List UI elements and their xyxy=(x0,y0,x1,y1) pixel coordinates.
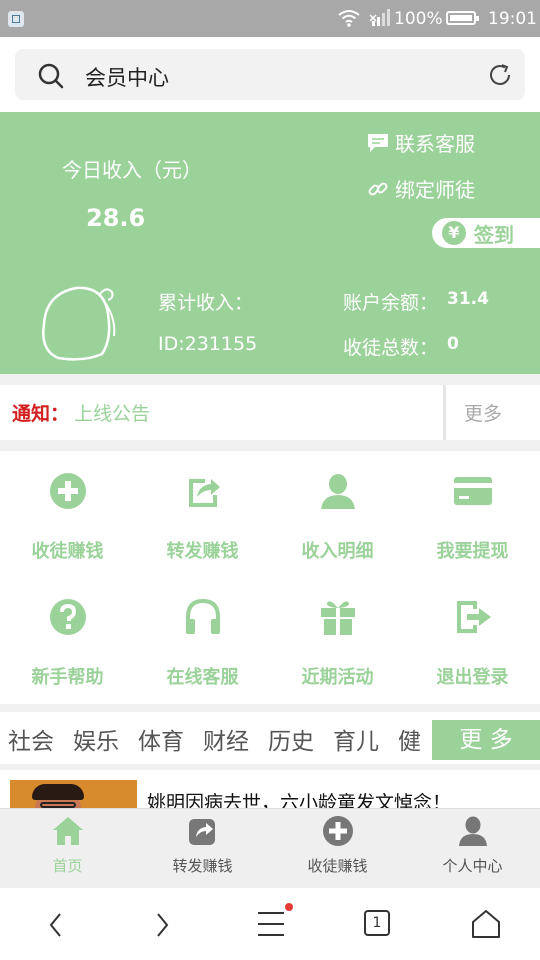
bottom-nav: 首页 转发赚钱 收徒赚钱 个人中心 xyxy=(0,808,540,889)
account-summary: 今日收入（元） 28.6 联系客服 绑定师徒 ¥ 签到 累计收入： ID:231… xyxy=(0,112,540,374)
nav-share[interactable]: 转发赚钱 xyxy=(135,809,270,889)
bind-mentor-link[interactable]: 绑定师徒 xyxy=(367,174,475,203)
bind-mentor-label: 绑定师徒 xyxy=(395,178,475,202)
grid-item-activities[interactable]: 近期活动 xyxy=(270,577,405,703)
page-title[interactable]: 会员中心 xyxy=(85,62,169,92)
contact-support-link[interactable]: 联系客服 xyxy=(367,128,475,157)
user-icon xyxy=(321,474,355,509)
question-icon xyxy=(50,599,86,635)
total-income-label: 累计收入： xyxy=(158,292,254,314)
tab-sports[interactable]: 体育 xyxy=(138,722,184,756)
today-income-label: 今日收入（元） xyxy=(62,158,202,182)
forward-icon[interactable] xyxy=(150,910,174,940)
search-icon[interactable] xyxy=(37,62,65,90)
search-bar: 会员中心 xyxy=(0,37,540,112)
battery-percent: 100% xyxy=(394,9,443,29)
link-icon xyxy=(368,182,388,195)
grid-item-help[interactable]: 新手帮助 xyxy=(0,577,135,703)
grid-item-income-detail[interactable]: 收入明细 xyxy=(270,451,405,577)
nav-label: 个人中心 xyxy=(442,857,503,875)
status-bar: 100% 19:01 xyxy=(0,0,540,37)
share-icon xyxy=(189,819,215,845)
user-id: ID:231155 xyxy=(158,333,258,355)
today-income-value: 28.6 xyxy=(86,204,146,232)
notice-label: 通知： xyxy=(12,403,70,425)
home-icon xyxy=(53,817,83,845)
home-outline-icon[interactable] xyxy=(470,908,502,940)
category-more-button[interactable]: 更 多 xyxy=(432,720,540,760)
nav-home[interactable]: 首页 xyxy=(0,809,135,889)
grid-item-withdraw[interactable]: 我要提现 xyxy=(405,451,540,577)
search-box[interactable]: 会员中心 xyxy=(15,49,525,100)
grid-item-label: 收徒赚钱 xyxy=(31,541,104,562)
headphones-icon xyxy=(186,598,220,634)
notice-text[interactable]: 上线公告 xyxy=(74,399,150,426)
refresh-icon[interactable] xyxy=(486,61,514,89)
logout-icon xyxy=(457,601,491,633)
card-icon xyxy=(454,477,492,505)
divider xyxy=(443,385,446,440)
gift-icon xyxy=(321,601,355,635)
clock: 19:01 xyxy=(488,9,537,29)
avatar[interactable] xyxy=(34,284,120,364)
grid-item-label: 我要提现 xyxy=(436,541,509,562)
balance-value: 31.4 xyxy=(447,289,489,309)
share-icon xyxy=(189,479,220,507)
battery-icon xyxy=(446,11,479,25)
back-icon[interactable] xyxy=(44,910,68,940)
function-grid: 收徒赚钱 转发赚钱 收入明细 我要提现 新手帮助 在线客服 近期活动 退出登录 xyxy=(0,451,540,704)
chat-icon xyxy=(368,133,388,152)
nav-label: 首页 xyxy=(52,857,83,875)
tab-history[interactable]: 历史 xyxy=(268,722,314,756)
user-icon xyxy=(459,816,487,846)
tab-society[interactable]: 社会 xyxy=(8,722,54,756)
tab-parenting[interactable]: 育儿 xyxy=(333,722,379,756)
signal-icon xyxy=(370,9,390,26)
grid-item-recruit[interactable]: 收徒赚钱 xyxy=(0,451,135,577)
nav-label: 收徒赚钱 xyxy=(307,857,368,875)
nav-profile[interactable]: 个人中心 xyxy=(405,809,540,889)
plus-circle-icon xyxy=(50,473,86,509)
news-thumbnail xyxy=(10,780,137,810)
grid-item-label: 转发赚钱 xyxy=(166,541,239,562)
sign-in-button[interactable]: ¥ 签到 xyxy=(432,218,540,248)
notice-more-link[interactable]: 更多 xyxy=(464,399,502,426)
app-notification-icon xyxy=(8,11,24,27)
notice-bar: 通知： 上线公告 更多 xyxy=(0,385,540,440)
grid-item-label: 在线客服 xyxy=(166,667,239,688)
grid-item-online-support[interactable]: 在线客服 xyxy=(135,577,270,703)
tab-finance[interactable]: 财经 xyxy=(203,722,249,756)
grid-item-logout[interactable]: 退出登录 xyxy=(405,577,540,703)
grid-item-label: 近期活动 xyxy=(301,667,374,688)
tab-health[interactable]: 健 xyxy=(398,722,421,756)
yen-icon: ¥ xyxy=(442,221,466,245)
nav-recruit[interactable]: 收徒赚钱 xyxy=(270,809,405,889)
news-title[interactable]: 姚明因病去世，六小龄童发文悼念！ xyxy=(147,788,451,810)
grid-item-label: 新手帮助 xyxy=(31,667,104,688)
browser-nav-bar: 1 xyxy=(0,888,540,960)
nav-label: 转发赚钱 xyxy=(172,857,233,875)
news-item[interactable]: 姚明因病去世，六小龄童发文悼念！ xyxy=(0,770,540,810)
grid-item-label: 退出登录 xyxy=(436,667,509,688)
plus-circle-icon xyxy=(323,816,353,846)
wifi-icon xyxy=(338,10,360,27)
menu-icon[interactable] xyxy=(255,902,297,940)
tabs-button[interactable]: 1 xyxy=(364,910,390,936)
grid-item-label: 收入明细 xyxy=(301,541,374,562)
apprentice-count-label: 收徒总数： xyxy=(343,337,439,359)
tab-entertainment[interactable]: 娱乐 xyxy=(73,722,119,756)
contact-support-label: 联系客服 xyxy=(395,132,475,156)
category-tabs: 社会 娱乐 体育 财经 历史 育儿 健 更 多 xyxy=(0,712,540,764)
sign-in-label: 签到 xyxy=(474,222,514,247)
apprentice-count-value: 0 xyxy=(447,334,459,354)
balance-label: 账户余额： xyxy=(343,292,439,314)
grid-item-share[interactable]: 转发赚钱 xyxy=(135,451,270,577)
